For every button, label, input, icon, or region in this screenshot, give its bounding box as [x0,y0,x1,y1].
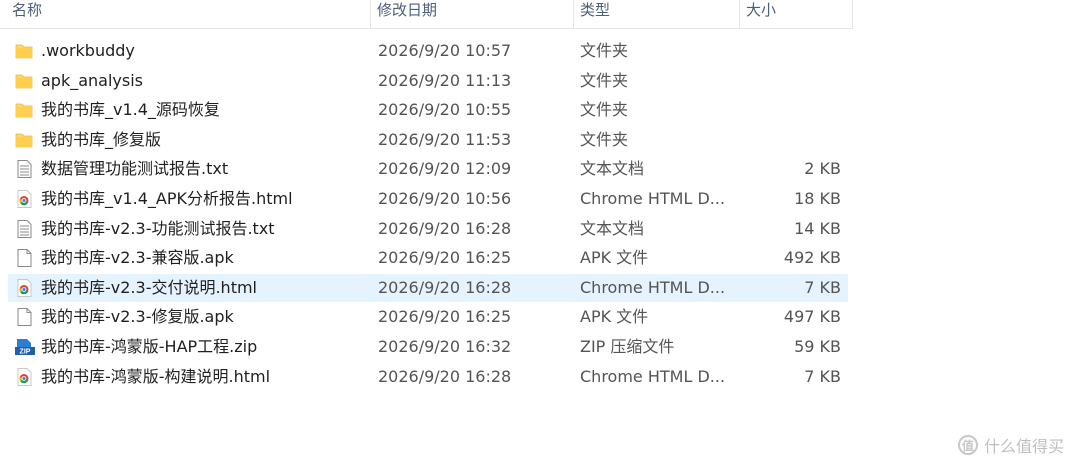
file-date: 2026/9/20 10:57 [378,41,512,60]
column-header-bar: 名称 修改日期 类型 大小 [0,0,853,29]
file-row[interactable]: 我的书库-v2.3-修复版.apk 2026/9/20 16:25 APK 文件 49… [0,302,1080,332]
file-date: 2026/9/20 10:56 [378,188,512,208]
file-date: 2026/9/20 12:09 [378,159,512,179]
file-type: 文件夹 [580,100,629,120]
file-name: 数据管理功能测试报告.txt [41,159,229,179]
file-type: Chrome HTML D... [580,366,726,386]
svg-text:ZIP: ZIP [20,348,31,355]
file-size: 18 KB [794,188,841,208]
file-type: APK 文件 [580,248,649,268]
watermark-text: 什么值得买 [983,437,1064,456]
file-date: 2026/9/20 16:28 [378,277,512,297]
file-list: .workbuddy 2026/9/20 10:57 文件夹 apk_analysis… [0,36,1080,391]
chrome-html-icon [14,189,36,209]
file-row[interactable]: ZIP 我的书库-鸿蒙版-HAP工程.zip 2026/9/20 16:32 ZIP … [0,332,1080,362]
zip-icon: ZIP [14,337,36,357]
file-row[interactable]: 我的书库-鸿蒙版-构建说明.html 2026/9/20 16:28 Chrome … [0,362,1080,392]
blank-file-icon [14,307,36,327]
folder-icon [14,100,36,120]
file-date: 2026/9/20 16:25 [378,248,512,268]
file-type: Chrome HTML D... [580,277,726,297]
file-row[interactable]: 我的书库_v1.4_APK分析报告.html 2026/9/20 10:56 Chr… [0,184,1080,214]
file-row[interactable]: 我的书库-v2.3-功能测试报告.txt 2026/9/20 16:28 文本文档 1… [0,214,1080,244]
file-name: 我的书库_v1.4_源码恢复 [41,100,220,120]
file-row[interactable]: 我的书库-v2.3-兼容版.apk 2026/9/20 16:25 APK 文件 49… [0,243,1080,273]
file-size: 492 KB [783,248,841,268]
file-date: 2026/9/20 16:25 [378,307,512,327]
file-name: 我的书库_v1.4_APK分析报告.html [41,188,293,208]
file-name: 我的书库-鸿蒙版-HAP工程.zip [41,336,258,356]
file-size [720,125,841,155]
folder-icon [14,130,36,150]
file-date: 2026/9/20 16:32 [378,336,512,356]
file-size [720,95,841,125]
file-name: .workbuddy [41,41,135,60]
file-size: 14 KB [794,218,841,238]
file-date: 2026/9/20 10:55 [378,100,512,120]
folder-icon [14,41,36,61]
file-type: APK 文件 [580,307,649,327]
file-name: 我的书库_修复版 [41,129,162,149]
folder-icon [14,71,36,91]
file-row[interactable]: 我的书库_v1.4_源码恢复 2026/9/20 10:55 文件夹 [0,95,1080,125]
file-type: 文件夹 [580,41,629,60]
column-header-type[interactable]: 类型 [574,0,740,28]
file-type: 文件夹 [580,129,629,149]
file-date: 2026/9/20 16:28 [378,218,512,238]
file-row[interactable]: 数据管理功能测试报告.txt 2026/9/20 12:09 文本文档 2 KB [0,154,1080,184]
text-file-icon [14,219,36,239]
column-header-name[interactable]: 名称 [6,0,371,28]
file-row[interactable]: apk_analysis 2026/9/20 11:13 文件夹 [0,66,1080,96]
column-header-date[interactable]: 修改日期 [371,0,574,28]
file-type: 文本文档 [580,159,645,179]
file-name: 我的书库-v2.3-交付说明.html [41,277,257,297]
file-size: 497 KB [783,307,841,327]
file-name: 我的书库-鸿蒙版-构建说明.html [41,366,271,386]
chrome-html-icon [14,367,36,387]
file-size [720,36,841,66]
file-row[interactable]: 我的书库_修复版 2026/9/20 11:53 文件夹 [0,125,1080,155]
file-name: 我的书库-v2.3-兼容版.apk [41,248,234,268]
file-date: 2026/9/20 11:53 [378,129,512,149]
file-size: 2 KB [804,159,841,179]
file-type: 文件夹 [580,70,629,90]
watermark-logo-icon: 值 [957,435,978,455]
chrome-html-icon [14,278,36,298]
watermark: 值 什么值得买 [957,433,1064,457]
file-name: 我的书库-v2.3-功能测试报告.txt [41,218,275,238]
file-row[interactable]: .workbuddy 2026/9/20 10:57 文件夹 [0,36,1080,66]
file-date: 2026/9/20 11:13 [378,70,512,90]
file-type: Chrome HTML D... [580,188,726,208]
file-size: 7 KB [804,277,841,297]
file-date: 2026/9/20 16:28 [378,366,512,386]
file-size: 59 KB [794,336,841,356]
file-type: ZIP 压缩文件 [580,336,675,356]
text-file-icon [14,159,36,179]
file-name: 我的书库-v2.3-修复版.apk [41,307,234,327]
file-type: 文本文档 [580,218,645,238]
blank-file-icon [14,248,36,268]
column-header-size[interactable]: 大小 [740,0,853,28]
file-size: 7 KB [804,366,841,386]
file-size [720,66,841,96]
file-name: apk_analysis [41,70,144,90]
file-row[interactable]: 我的书库-v2.3-交付说明.html 2026/9/20 16:28 Chrome… [0,273,1080,303]
